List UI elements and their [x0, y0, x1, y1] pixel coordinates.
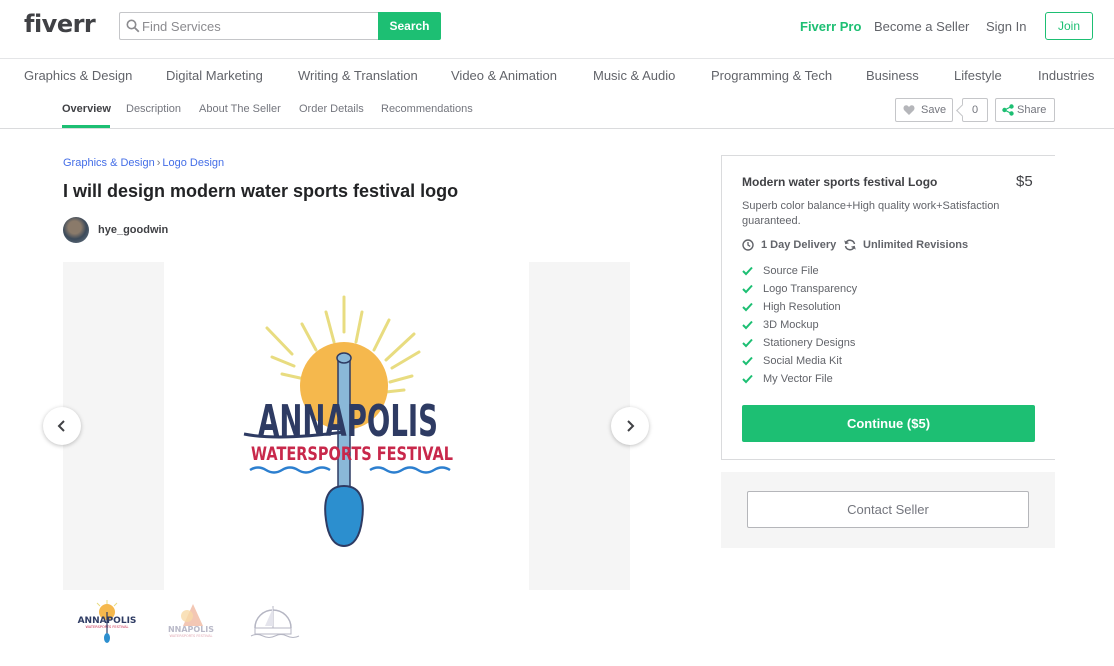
revisions-label: Unlimited Revisions	[863, 239, 969, 251]
save-button[interactable]: Save	[895, 98, 953, 122]
thumbnail-2-subword: WATERSPORTS FESTIVAL	[169, 634, 212, 638]
share-icon	[1002, 104, 1014, 116]
gig-gallery: ANNAPOLIS WATERSPORTS FESTIVAL	[63, 262, 630, 590]
gig-title: I will design modern water sports festiv…	[63, 181, 459, 201]
package-panel: Modern water sports festival Logo $5 Sup…	[721, 155, 1055, 460]
check-icon	[742, 338, 753, 348]
check-icon	[742, 356, 753, 366]
category-lifestyle[interactable]: Lifestyle	[954, 68, 1002, 83]
logo-word-watersports-festival: WATERSPORTS FESTIVAL	[251, 443, 453, 465]
fiverr-pro-link[interactable]: Fiverr Pro	[800, 19, 861, 34]
breadcrumb-graphics-design[interactable]: Graphics & Design	[63, 157, 155, 169]
thumbnail-3[interactable]	[241, 598, 301, 644]
site-header: fiverr Search Fiverr Pro Become a Seller…	[0, 0, 1114, 56]
gallery-prev-button[interactable]	[43, 407, 81, 445]
refresh-icon	[844, 239, 856, 251]
tab-order-details[interactable]: Order Details	[299, 103, 364, 115]
category-industries[interactable]: Industries	[1038, 68, 1094, 83]
category-digital-marketing[interactable]: Digital Marketing	[166, 68, 263, 83]
breadcrumb: Graphics & Design › Logo Design	[63, 157, 224, 169]
check-icon	[742, 302, 753, 312]
feature-item: Logo Transparency	[742, 283, 942, 297]
search-input[interactable]	[142, 13, 372, 39]
feature-label: 3D Mockup	[763, 319, 819, 331]
breadcrumb-separator: ›	[156, 157, 161, 169]
thumbnail-2-word: NNAPOLIS	[168, 625, 214, 634]
tab-about-seller[interactable]: About The Seller	[199, 103, 281, 115]
breadcrumb-logo-design[interactable]: Logo Design	[162, 157, 224, 169]
paddle-blade-shape	[324, 484, 364, 548]
seller-name[interactable]: hye_goodwin	[98, 224, 168, 236]
heart-icon	[903, 105, 915, 115]
feature-label: My Vector File	[763, 373, 833, 385]
save-count-badge: 0	[962, 98, 988, 122]
feature-label: Source File	[763, 265, 819, 277]
revisions: Unlimited Revisions	[844, 239, 994, 253]
contact-panel: Contact Seller	[721, 472, 1055, 548]
check-icon	[742, 266, 753, 276]
save-label: Save	[921, 104, 947, 116]
category-business[interactable]: Business	[866, 68, 919, 83]
active-tab-indicator	[62, 125, 110, 128]
check-icon	[742, 284, 753, 294]
feature-item: 3D Mockup	[742, 319, 942, 333]
category-graphics-design[interactable]: Graphics & Design	[24, 68, 132, 83]
thumbnail-1[interactable]: ANNAPOLIS WATERSPORTS FESTIVAL	[77, 598, 137, 644]
search-icon	[126, 19, 140, 33]
become-seller-link[interactable]: Become a Seller	[874, 19, 969, 34]
category-music-audio[interactable]: Music & Audio	[593, 68, 675, 83]
festival-logo-artwork: ANNAPOLIS WATERSPORTS FESTIVAL	[243, 295, 453, 548]
thumbnail-2[interactable]: NNAPOLIS WATERSPORTS FESTIVAL	[159, 598, 219, 644]
chevron-right-icon	[627, 420, 635, 432]
sign-in-link[interactable]: Sign In	[986, 19, 1026, 34]
contact-seller-button[interactable]: Contact Seller	[747, 491, 1029, 528]
check-icon	[742, 374, 753, 384]
feature-item: Social Media Kit	[742, 355, 942, 369]
seller-avatar[interactable]	[63, 217, 89, 243]
share-label: Share	[1017, 104, 1047, 116]
category-writing-translation[interactable]: Writing & Translation	[298, 68, 418, 83]
category-bar: Graphics & Design Digital Marketing Writ…	[0, 58, 1114, 92]
gig-section-nav: Overview Description About The Seller Or…	[0, 92, 1114, 129]
feature-item: High Resolution	[742, 301, 942, 315]
search-button[interactable]: Search	[378, 12, 441, 40]
clock-icon	[742, 239, 754, 251]
tab-recommendations[interactable]: Recommendations	[381, 103, 473, 115]
tab-overview[interactable]: Overview	[62, 103, 111, 115]
category-programming-tech[interactable]: Programming & Tech	[711, 68, 832, 83]
category-video-animation[interactable]: Video & Animation	[451, 68, 557, 83]
search-field-wrapper	[119, 12, 379, 40]
package-price: $5	[1016, 173, 1033, 190]
delivery-label: 1 Day Delivery	[761, 239, 837, 251]
feature-label: Social Media Kit	[763, 355, 842, 367]
check-icon	[742, 320, 753, 330]
gallery-next-button[interactable]	[611, 407, 649, 445]
chevron-left-icon	[57, 420, 65, 432]
join-button[interactable]: Join	[1045, 12, 1093, 40]
fiverr-logo[interactable]: fiverr	[24, 10, 96, 38]
continue-button[interactable]: Continue ($5)	[742, 405, 1035, 442]
feature-item: My Vector File	[742, 373, 942, 387]
feature-label: High Resolution	[763, 301, 841, 313]
feature-label: Logo Transparency	[763, 283, 858, 295]
gallery-main-image: ANNAPOLIS WATERSPORTS FESTIVAL	[164, 262, 529, 590]
package-description: Superb color balance+High quality work+S…	[742, 200, 1000, 227]
feature-item: Stationery Designs	[742, 337, 942, 351]
feature-label: Stationery Designs	[763, 337, 856, 349]
package-title: Modern water sports festival Logo	[742, 175, 938, 189]
feature-item: Source File	[742, 265, 942, 279]
delivery-time: 1 Day Delivery	[742, 239, 852, 253]
logo-word-annapolis: ANNAPOLIS	[258, 396, 438, 447]
search-bar: Search	[119, 12, 441, 40]
tab-description[interactable]: Description	[126, 103, 181, 115]
share-button[interactable]: Share	[995, 98, 1055, 122]
